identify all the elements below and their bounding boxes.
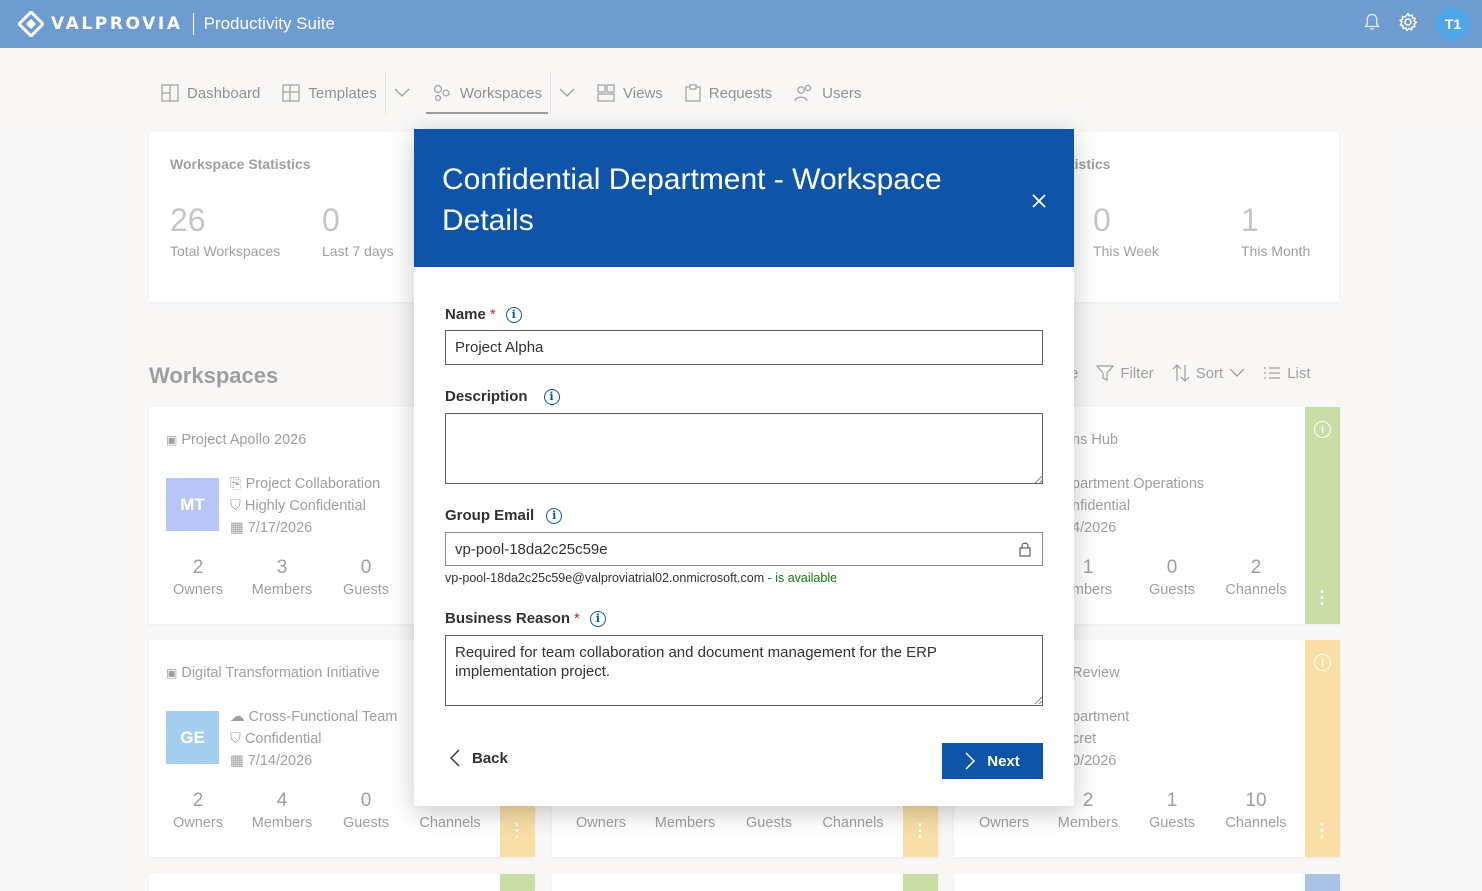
gear-icon[interactable] [1398,12,1418,37]
business-reason-field-label: Business Reason * i [445,610,606,627]
back-label: Back [472,749,508,767]
dialog-header: Confidential Department - Workspace Deta… [414,129,1074,267]
info-icon[interactable]: i [546,507,563,524]
full-email-address: vp-pool-18da2c25c59e@valproviatrial02.on… [445,571,765,585]
resize-handle-icon[interactable] [1034,696,1042,704]
next-label: Next [987,752,1020,770]
required-marker: * [489,306,496,323]
info-icon[interactable]: i [589,610,606,627]
close-icon[interactable] [1028,190,1050,212]
chevron-right-icon [965,752,976,770]
brand-name: VALPROVIA [51,14,183,34]
chevron-left-icon [450,749,460,767]
user-avatar[interactable]: T1 [1436,7,1470,41]
brand-logo[interactable]: VALPROVIA [16,9,183,39]
back-button[interactable]: Back [450,749,508,767]
required-marker: * [574,610,580,627]
info-icon[interactable]: i [505,306,522,323]
group-email-input[interactable] [445,532,1043,566]
next-button[interactable]: Next [942,743,1043,779]
availability-status: - is available [764,571,838,585]
name-label-text: Name [445,306,486,323]
workspace-details-dialog: Confidential Department - Workspace Deta… [414,129,1074,806]
app-header: VALPROVIA Productivity Suite T1 [0,0,1482,48]
header-divider [192,13,194,35]
description-textarea[interactable] [445,413,1043,484]
valprovia-logo-icon [16,9,46,39]
group-email-label-text: Group Email [445,507,535,524]
lock-icon [1019,542,1031,557]
bell-icon[interactable] [1364,13,1380,36]
description-label-text: Description [445,388,528,405]
business-reason-textarea[interactable]: Required for team collaboration and docu… [445,635,1043,706]
business-reason-label-text: Business Reason [445,610,571,627]
dialog-title: Confidential Department - Workspace Deta… [442,163,942,237]
name-input[interactable] [445,330,1043,365]
resize-handle-icon[interactable] [1034,474,1043,483]
description-field-label: Description i [445,388,560,405]
suite-name: Productivity Suite [203,14,335,33]
group-email-field-label: Group Email i [445,507,563,524]
info-icon[interactable]: i [543,388,560,405]
email-availability: vp-pool-18da2c25c59e@valproviatrial02.on… [445,571,837,585]
name-field-label: Name * i [445,306,522,323]
